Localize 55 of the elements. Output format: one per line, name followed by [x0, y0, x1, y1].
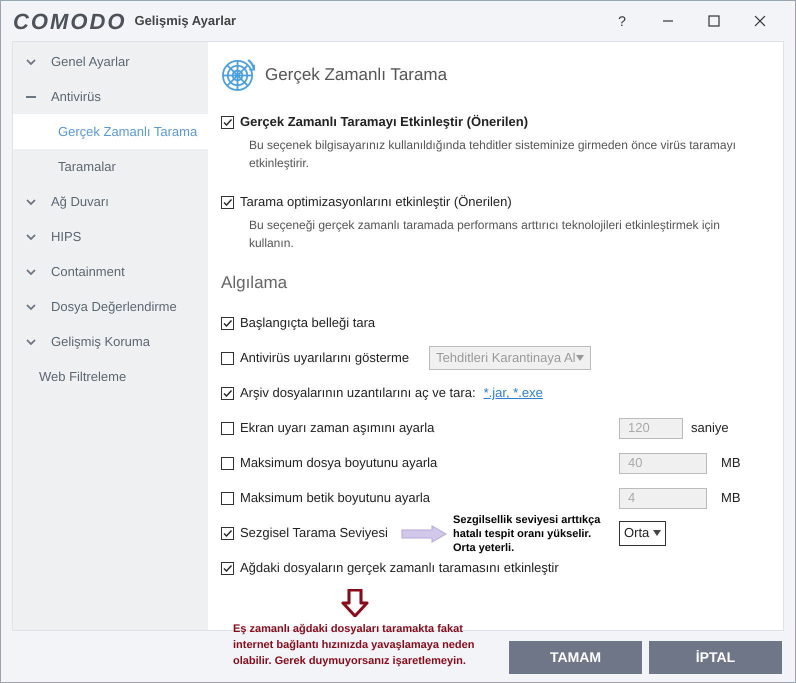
setting-label: Maksimum betik boyutunu ayarla	[240, 489, 430, 508]
option-label: Gerçek Zamanlı Taramayı Etkinleştir (Önerilen)	[240, 113, 528, 132]
sidebar-item[interactable]: Genel Ayarlar	[13, 44, 208, 79]
caret-icon	[576, 355, 584, 361]
sidebar-item[interactable]: Gelişmiş Koruma	[13, 324, 208, 359]
sidebar-item[interactable]: Antivirüs	[13, 79, 208, 114]
sidebar-item[interactable]: Gerçek Zamanlı Tarama	[13, 114, 208, 149]
chevron-down-icon	[25, 302, 37, 312]
annotation-note: Eş zamanlı ağdaki dosyaları taramakta fakat internet bağlantı hızınızda yavaşlamaya neden olabilir. Gerek duymuyorsanız işaretlemeyin.	[233, 622, 476, 669]
unit-label: saniye	[691, 419, 729, 438]
setting-label: Arşiv dosyalarının uzantılarını aç ve tara:	[240, 384, 476, 402]
page-title: Gerçek Zamanlı Tarama	[265, 64, 448, 86]
setting-label: Sezgisel Tarama Seviyesi	[240, 524, 388, 542]
sidebar-item[interactable]: Containment	[13, 254, 208, 289]
chevron-down-icon	[25, 266, 37, 276]
chevron-down-icon	[25, 56, 37, 66]
sidebar-item[interactable]: Taramalar	[13, 149, 208, 184]
section-heading: Algılama	[221, 272, 288, 294]
unit-label: MB	[721, 489, 740, 508]
checkbox[interactable]	[221, 196, 234, 208]
window-title: Gelişmiş Ayarlar	[134, 12, 236, 30]
checkbox[interactable]	[221, 562, 234, 574]
radar-icon	[221, 57, 256, 92]
unit-label: MB	[721, 454, 740, 472]
option-description: Bu seçeneği gerçek zamanlı taramada performans arttırıcı teknolojileri etkinleştirmek için kullanın.	[249, 217, 721, 252]
checkbox[interactable]	[221, 116, 234, 128]
close-icon	[754, 15, 766, 27]
checkbox[interactable]	[221, 316, 234, 330]
chevron-down-icon	[25, 336, 37, 346]
chevron-down-icon	[25, 196, 37, 206]
maximize-icon	[708, 15, 720, 27]
checkbox[interactable]	[221, 526, 234, 540]
help-button[interactable]: ?	[599, 6, 645, 36]
caret-icon	[653, 530, 662, 536]
sidebar-item[interactable]: Web Filtreleme	[13, 359, 208, 394]
chevron-down-icon	[25, 232, 37, 242]
sidebar-item[interactable]: HIPS	[13, 219, 208, 254]
setting-label: Ekran uyarı zaman aşımını ayarla	[240, 419, 434, 438]
comodo-logo: COMODO	[13, 8, 126, 36]
arrow-right-icon	[401, 524, 447, 542]
sidebar-item[interactable]: Dosya Değerlendirme	[13, 289, 208, 324]
dialog-button[interactable]: TAMAM	[509, 641, 642, 674]
option-description: Bu seçenek bilgisayarınız kullanıldığında tehditler sisteminize girmeden önce virüs taramayı etkinleştirir.	[249, 137, 737, 172]
setting-label: Maksimum dosya boyutunu ayarla	[240, 454, 438, 472]
option-label: Tarama optimizasyonlarını etkinleştir (Önerilen)	[240, 193, 512, 212]
arrow-down-icon	[341, 589, 369, 617]
extensions-link[interactable]: *.jar, *.exe	[484, 383, 543, 403]
annotation-note: Sezgilsellik seviyesi arttıkça hatalı tespit oranı yükselir. Orta yeterli.	[453, 512, 602, 554]
sidebar-item[interactable]: Ağ Duvarı	[13, 184, 208, 219]
setting-label: Ağdaki dosyaların gerçek zamanlı taramasını etkinleştir	[240, 559, 559, 578]
setting-label: Başlangıçta belleği tara	[240, 314, 376, 332]
level-dropdown[interactable]: Orta	[619, 520, 666, 546]
setting-label: Antivirüs uyarılarını gösterme	[240, 349, 410, 368]
dialog-button[interactable]: İPTAL	[649, 641, 782, 674]
checkbox[interactable]	[221, 386, 234, 400]
